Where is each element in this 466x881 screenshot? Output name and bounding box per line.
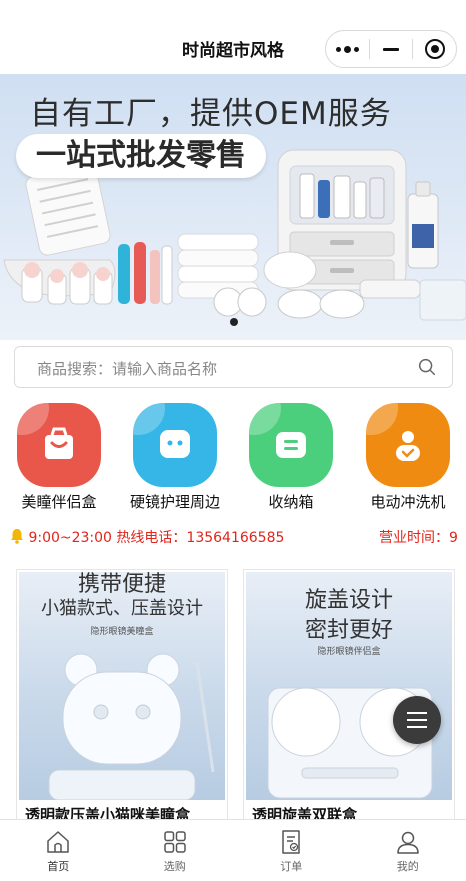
product-image: 旋盖设计 密封更好 隐形眼镜伴侣盒 xyxy=(246,572,452,800)
notice-bar: 9:00~23:00 热线电话：13564166585 营业时间：9 xyxy=(10,527,466,549)
notice-hours-text: 营业时间：9 xyxy=(379,530,458,546)
menu-icon xyxy=(407,712,427,714)
bell-icon xyxy=(11,529,23,544)
banner-subheadline: 一站式批发零售 xyxy=(16,134,272,184)
mini-program-capsule xyxy=(325,30,457,68)
double-case-illustration xyxy=(267,687,433,799)
minimize-icon xyxy=(383,47,399,51)
category-label: 电动冲洗机 xyxy=(370,493,446,511)
banner-carousel[interactable]: 自有工厂，提供OEM服务 一站式批发零售 xyxy=(0,74,466,340)
category-label: 硬镜护理周边 xyxy=(129,493,220,511)
cat-case-illustration xyxy=(48,653,215,800)
category-icon-bg xyxy=(17,403,101,487)
minimize-button[interactable] xyxy=(370,31,413,67)
category-icon-bg xyxy=(133,403,217,487)
category-item-storage-box[interactable]: 收纳箱 xyxy=(236,403,346,512)
chat-face-icon xyxy=(160,430,190,458)
banner-headline: 自有工厂，提供OEM服务 xyxy=(30,96,392,132)
category-icon-bg xyxy=(366,403,450,487)
tab-label: 选购 xyxy=(163,860,186,873)
category-item-partner-box[interactable]: 美瞳伴侣盒 xyxy=(4,403,114,512)
bottom-tab-bar: 首页 选购 订单 我的 xyxy=(0,819,466,881)
tab-label: 我的 xyxy=(396,860,419,873)
category-item-rigid-lens-care[interactable]: 硬镜护理周边 xyxy=(120,403,230,512)
category-item-electric-washer[interactable]: 电动冲洗机 xyxy=(353,403,463,512)
search-bar[interactable]: 商品搜索：请输入商品名称 xyxy=(14,346,453,388)
tab-label: 订单 xyxy=(280,860,303,873)
carousel-indicator-dot[interactable] xyxy=(230,318,238,326)
user-icon xyxy=(397,831,419,854)
floating-menu-button[interactable] xyxy=(393,696,441,744)
more-dots-icon xyxy=(335,45,359,53)
close-button[interactable] xyxy=(413,31,456,67)
tab-label: 首页 xyxy=(47,860,70,873)
close-target-icon xyxy=(424,39,445,59)
product-image: 携带便捷 小猫款式、压盖设计 隐形眼镜美瞳盒 xyxy=(19,572,225,800)
grid-icon xyxy=(164,831,186,853)
person-icon xyxy=(396,431,420,461)
category-label: 收纳箱 xyxy=(268,493,314,511)
nav-header: 时尚超市风格 xyxy=(0,0,466,74)
tab-home[interactable]: 首页 xyxy=(0,820,117,881)
tab-profile[interactable]: 我的 xyxy=(350,820,466,881)
product-card[interactable]: 携带便捷 小猫款式、压盖设计 隐形眼镜美瞳盒 透明款压盖小猫咪美瞳盒 xyxy=(16,569,228,829)
search-icon[interactable] xyxy=(416,356,438,378)
home-icon xyxy=(47,831,69,853)
category-icon-bg xyxy=(249,403,333,487)
category-label: 美瞳伴侣盒 xyxy=(21,493,97,511)
notice-hotline-text: 9:00~23:00 热线电话：13564166585 xyxy=(28,530,285,546)
more-button[interactable] xyxy=(326,31,369,67)
tab-orders[interactable]: 订单 xyxy=(233,820,350,881)
storage-box-icon xyxy=(276,432,306,458)
tab-shop[interactable]: 选购 xyxy=(117,820,234,881)
order-icon xyxy=(282,830,300,854)
search-input-placeholder[interactable]: 商品搜索：请输入商品名称 xyxy=(37,358,217,379)
shopping-bag-icon xyxy=(45,427,73,459)
